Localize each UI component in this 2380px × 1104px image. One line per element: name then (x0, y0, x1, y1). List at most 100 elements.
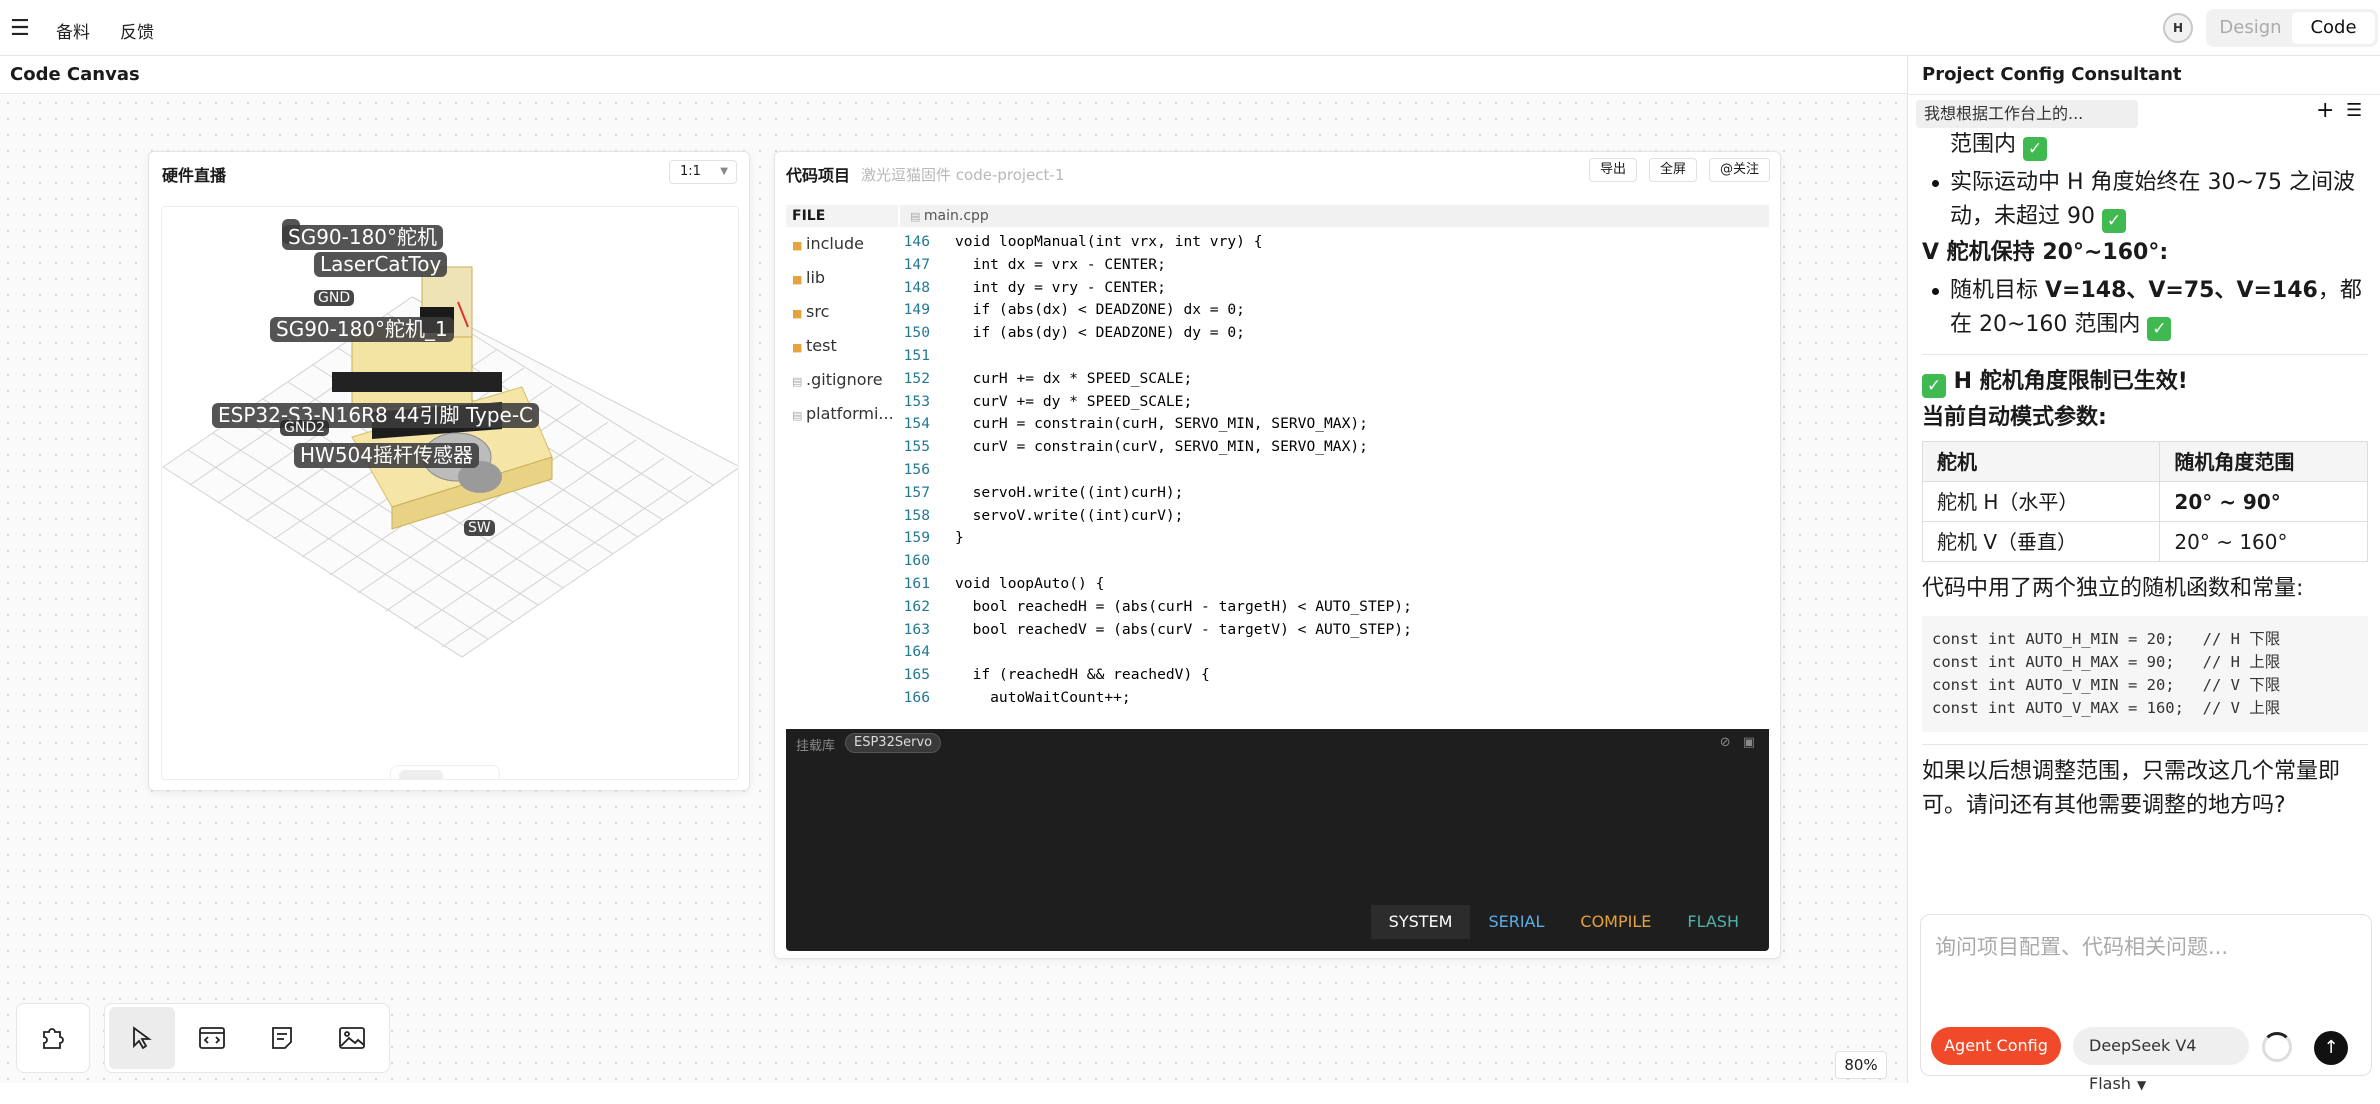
top-nav: 备料 反馈 (56, 18, 154, 43)
check-icon: ✓ (2147, 317, 2172, 341)
hardware-title: 硬件直播 (162, 166, 227, 185)
nav-bom[interactable]: 备料 (56, 18, 90, 43)
line-number: 161 (903, 574, 930, 592)
mode-design-button[interactable]: Design (2209, 12, 2292, 44)
code-line: 163 bool reachedV = (abs(curV - targetV)… (900, 619, 1769, 642)
expand-icon[interactable]: ▣ (1743, 735, 1755, 750)
line-code: if (reachedH && reachedV) { (955, 666, 1210, 684)
caret-down-icon: ▼ (720, 166, 728, 177)
line-code: curH += dx * SPEED_SCALE; (955, 369, 1193, 387)
zoom-level[interactable]: 80% (1835, 1051, 1887, 1079)
tab-serial[interactable]: SERIAL (1470, 905, 1562, 939)
check-icon: ✓ (2023, 137, 2048, 161)
ratio-value: 1:1 (680, 164, 701, 179)
clear-icon[interactable]: ⊘ (1720, 735, 1731, 750)
line-number: 152 (903, 369, 930, 387)
caret-down-icon: ▼ (2136, 1078, 2147, 1092)
file-item[interactable]: ■ src (786, 295, 898, 329)
file-item[interactable]: ■ test (786, 329, 898, 363)
chat-input[interactable]: 询问项目配置、代码相关问题... Agent Config DeepSeek V… (1920, 914, 2372, 1093)
file-item[interactable]: ■ include (786, 227, 898, 261)
line-number: 153 (903, 392, 930, 410)
line-code: servoV.write((int)curV); (955, 506, 1184, 524)
line-number: 155 (903, 438, 930, 456)
tab-system[interactable]: SYSTEM (1370, 905, 1471, 939)
code-tool-button[interactable] (179, 1007, 245, 1069)
file-name: .gitignore (806, 370, 883, 389)
code-line: 160 (900, 550, 1769, 573)
model-select[interactable]: DeepSeek V4 Flash ▼ (2073, 1027, 2249, 1093)
text: 随机目标 (1950, 278, 2045, 303)
magic-wand-button[interactable] (447, 770, 491, 779)
chat-bullet-1: 实际运动中 H 角度始终在 30~75 之间波动，未超过 90 ✓ (1922, 166, 2368, 234)
line-number: 162 (903, 597, 930, 615)
line-number: 149 (903, 301, 930, 319)
hardware-viewport[interactable]: SG90-180°舵机 LaserCatToy GND SG90-180°舵机_… (161, 206, 739, 780)
file-item[interactable]: ▤ .gitignore (786, 363, 898, 397)
code-line: 164 (900, 641, 1769, 664)
top-bar: ☰ 备料 反馈 H Design Code (0, 0, 2380, 56)
file-name: test (806, 336, 837, 355)
code-line: 154 curH = constrain(curH, SERVO_MIN, SE… (900, 413, 1769, 436)
export-button[interactable]: 导出 (1588, 158, 1637, 182)
line-number: 158 (903, 506, 930, 524)
new-chat-icon[interactable]: + (2316, 98, 2334, 123)
code-line: 166 autoWaitCount++; (900, 687, 1769, 710)
closing-text: 如果以后想调整范围，只需改这几个常量即可。请问还有其他需要调整的地方吗? (1922, 759, 2341, 818)
send-button[interactable]: ↑ (2314, 1031, 2348, 1065)
file-item[interactable]: ■ lib (786, 261, 898, 295)
note-icon (272, 1027, 292, 1049)
code-project-card: 代码项目 激光逗猫固件 code-project-1 导出 全屏 @关注 FIL… (774, 151, 1781, 959)
divider (1922, 744, 2368, 745)
line-number: 166 (903, 688, 930, 706)
agent-config-button[interactable]: Agent Config (1931, 1027, 2061, 1065)
tab-flash[interactable]: FLASH (1669, 905, 1757, 939)
table-row: 舵机 H（水平） 20° ~ 90° (1922, 481, 2368, 522)
fullscreen-button[interactable]: 全屏 (1648, 158, 1697, 182)
code-window-icon (199, 1027, 225, 1049)
line-code: int dy = vry - CENTER; (955, 278, 1166, 296)
select-tool-button[interactable] (109, 1007, 175, 1069)
table-cell: 舵机 H（水平） (1922, 481, 2161, 522)
file-name: include (806, 234, 864, 253)
line-number: 146 (903, 233, 930, 250)
file-item[interactable]: ▤ platformi... (786, 397, 898, 431)
canvas-header: Code Canvas (0, 56, 1907, 94)
line-number: 159 (903, 529, 930, 547)
list-view-button[interactable] (399, 770, 443, 779)
puzzle-icon (43, 1028, 64, 1049)
chat-menu-icon[interactable]: ☰ (2346, 100, 2362, 121)
ratio-select[interactable]: 1:1 ▼ (669, 160, 737, 184)
tab-compile[interactable]: COMPILE (1562, 905, 1669, 939)
image-tool-button[interactable] (319, 1007, 385, 1069)
hardware-toolbar (390, 765, 500, 779)
line-number: 157 (903, 483, 930, 501)
editor-tab[interactable]: ▤ main.cpp (900, 205, 1769, 227)
avatar[interactable]: H (2163, 13, 2193, 43)
menu-icon[interactable]: ☰ (10, 16, 30, 41)
nav-feedback[interactable]: 反馈 (120, 18, 154, 43)
line-number: 164 (903, 643, 930, 661)
code-editor[interactable]: ▤ main.cpp 146 void loopManual(int vrx, i… (900, 205, 1769, 729)
line-code: if (abs(dy) < DEADZONE) dy = 0; (955, 324, 1245, 342)
line-code: bool reachedH = (abs(curH - targetH) < A… (955, 597, 1412, 615)
code-line: 150 if (abs(dy) < DEADZONE) dy = 0; (900, 322, 1769, 345)
code-line: 148 int dy = vry - CENTER; (900, 277, 1769, 300)
note-tool-button[interactable] (249, 1007, 315, 1069)
code-line: 165 if (reachedH && reachedV) { (900, 664, 1769, 687)
label-gnd: GND (314, 290, 355, 306)
mode-code-button[interactable]: Code (2292, 12, 2375, 44)
text: 范围内 (1950, 132, 2017, 157)
code-subtitle: 激光逗猫固件 code-project-1 (861, 166, 1065, 184)
hardware-live-card: 硬件直播 1:1 ▼ SG90-180°舵机 LaserCatToy GND S… (148, 151, 750, 791)
follow-button[interactable]: @关注 (1708, 158, 1770, 182)
divider (1922, 354, 2368, 355)
label-sw: SW (464, 520, 495, 536)
line-code: void loopManual(int vrx, int vry) { (955, 233, 1263, 250)
library-chip[interactable]: ESP32Servo (845, 733, 942, 753)
thread-chip[interactable]: 我想根据工作台上的... (1916, 100, 2138, 128)
component-tool-button[interactable] (16, 1003, 90, 1073)
params-table: 舵机 随机角度范围 舵机 H（水平） 20° ~ 90° 舵机 V（垂直） 20° ~… (1922, 441, 2368, 562)
canvas-area[interactable]: 硬件直播 1:1 ▼ SG90-180°舵机 LaserCatToy GND S… (0, 95, 1907, 1083)
code-line: 149 if (abs(dx) < DEADZONE) dx = 0; (900, 299, 1769, 322)
